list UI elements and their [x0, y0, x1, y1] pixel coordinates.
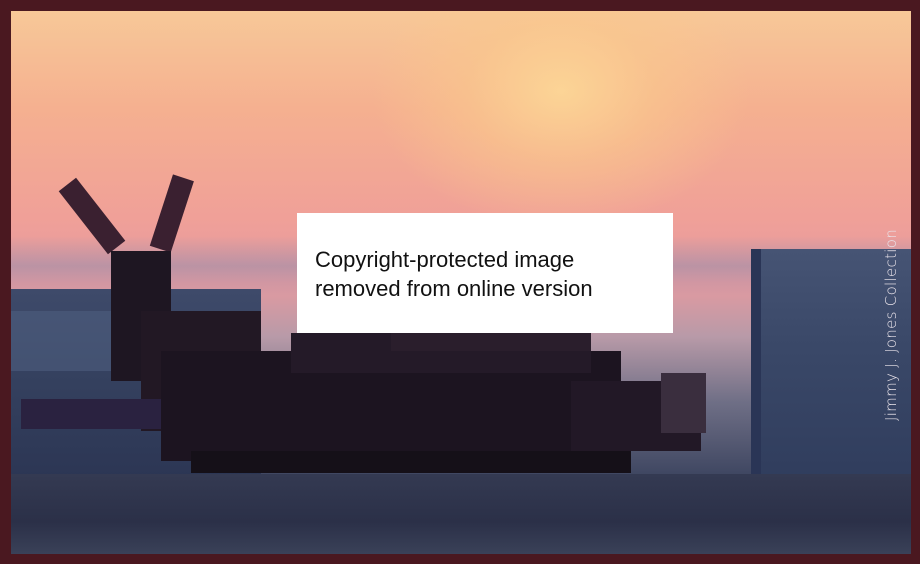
- photo-credit: Jimmy J. Jones Collection: [882, 228, 900, 422]
- copyright-notice-line-1: Copyright-protected image: [315, 247, 575, 272]
- photo-frame: Copyright-protected image removed from o…: [0, 0, 920, 564]
- rotor-blade-left: [58, 177, 126, 255]
- copyright-notice: Copyright-protected image removed from o…: [297, 213, 673, 333]
- landing-gear: [191, 451, 631, 473]
- tail-fin: [661, 373, 706, 433]
- rear-lower: [21, 399, 161, 429]
- copyright-notice-line-2: removed from online version: [315, 276, 593, 301]
- pixelated-photo: Copyright-protected image removed from o…: [11, 11, 911, 554]
- rotor-blade-right: [149, 174, 194, 253]
